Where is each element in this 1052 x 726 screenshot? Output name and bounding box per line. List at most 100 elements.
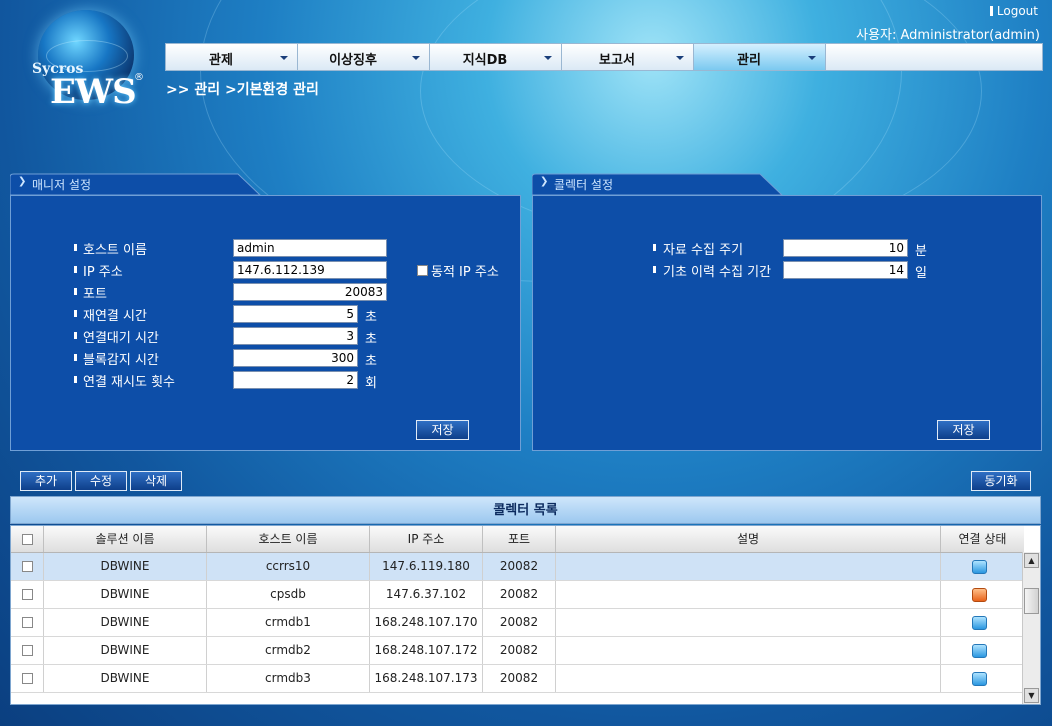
status-connected-icon: [972, 644, 987, 658]
block-input[interactable]: 300: [233, 349, 358, 367]
port-input[interactable]: 20083: [233, 283, 387, 301]
manager-settings-panel: 호스트 이름 admin IP 주소 147.6.112.139 동적 IP 주…: [10, 195, 521, 451]
history-label: 기초 이력 수집 기간: [663, 265, 772, 280]
block-label: 블록감지 시간: [83, 353, 159, 368]
table-row[interactable]: DBWINE crmdb1 168.248.107.170 20082: [11, 609, 1024, 637]
sycros-ews-logo: Sycros EWS ®: [8, 0, 160, 120]
row-checkbox[interactable]: [22, 673, 33, 684]
cell-solution: DBWINE: [44, 553, 207, 580]
row-checkbox[interactable]: [22, 617, 33, 628]
wait-input[interactable]: 3: [233, 327, 358, 345]
interval-input[interactable]: 10: [783, 239, 908, 257]
cell-description: [556, 553, 941, 580]
logo-registered-mark: ®: [134, 72, 144, 83]
add-button[interactable]: 추가: [20, 471, 72, 491]
table-row[interactable]: DBWINE ccrrs10 147.6.119.180 20082: [11, 553, 1024, 581]
status-disconnected-icon: [972, 588, 987, 602]
cell-host: cpsdb: [207, 581, 370, 608]
menu-monitoring[interactable]: 관제: [166, 44, 298, 70]
collector-save-button[interactable]: 저장: [937, 420, 990, 440]
delete-button[interactable]: 삭제: [130, 471, 182, 491]
wait-label: 연결대기 시간: [83, 331, 159, 346]
ip-label: IP 주소: [83, 265, 123, 280]
edit-button[interactable]: 수정: [75, 471, 127, 491]
table-row[interactable]: DBWINE cpsdb 147.6.37.102 20082: [11, 581, 1024, 609]
table-row[interactable]: DBWINE crmdb2 168.248.107.172 20082: [11, 637, 1024, 665]
retry-unit: 회: [365, 376, 377, 391]
logout-link[interactable]: Logout: [990, 4, 1038, 18]
row-checkbox[interactable]: [22, 589, 33, 600]
manager-save-button[interactable]: 저장: [416, 420, 469, 440]
column-header-status[interactable]: 연결 상태: [941, 526, 1024, 552]
select-all-checkbox[interactable]: [22, 534, 33, 545]
bullet-icon: [74, 288, 77, 295]
row-select-cell: [11, 581, 44, 608]
interval-row: 자료 수집 주기 10 분: [533, 239, 1041, 259]
sync-button[interactable]: 동기화: [971, 471, 1031, 491]
bullet-icon: [74, 332, 77, 339]
history-input[interactable]: 14: [783, 261, 908, 279]
user-label: 사용자: Administrator(admin): [856, 28, 1040, 43]
cell-ip: 147.6.37.102: [370, 581, 483, 608]
menu-label: 지식DB: [462, 53, 508, 68]
block-unit: 초: [365, 354, 377, 369]
bullet-icon: [653, 244, 656, 251]
retry-row: 연결 재시도 횟수 2 회: [11, 371, 521, 391]
table-row[interactable]: DBWINE crmdb3 168.248.107.173 20082: [11, 665, 1024, 693]
host-row: 호스트 이름 admin: [11, 239, 521, 259]
bullet-icon: [74, 354, 77, 361]
row-select-cell: [11, 637, 44, 664]
reconnect-input[interactable]: 5: [233, 305, 358, 323]
column-header-solution[interactable]: 솔루션 이름: [44, 526, 207, 552]
menu-label: 보고서: [599, 53, 635, 68]
tab-collector-settings: ❯ 콜렉터 설정: [532, 173, 784, 195]
dynamic-ip-checkbox[interactable]: [417, 265, 428, 276]
row-checkbox[interactable]: [22, 561, 33, 572]
chevron-down-icon: [412, 56, 420, 60]
ip-input[interactable]: 147.6.112.139: [233, 261, 387, 279]
menu-filler: [826, 44, 1042, 70]
menu-admin[interactable]: 관리: [694, 44, 826, 70]
cell-host: crmdb3: [207, 665, 370, 692]
retry-label: 연결 재시도 횟수: [83, 375, 175, 390]
cell-port: 20082: [483, 609, 556, 636]
cell-ip: 168.248.107.173: [370, 665, 483, 692]
breadcrumb: >> 관리 >기본환경 관리: [166, 82, 319, 98]
chevron-down-icon: [544, 56, 552, 60]
vertical-scrollbar[interactable]: ▲ ▼: [1022, 552, 1040, 704]
ip-row: IP 주소 147.6.112.139 동적 IP 주소: [11, 261, 521, 281]
tab-manager-settings: ❯ 매니저 설정: [10, 173, 262, 195]
port-label: 포트: [83, 287, 107, 302]
column-header-port[interactable]: 포트: [483, 526, 556, 552]
dynamic-ip-label: 동적 IP 주소: [431, 265, 499, 280]
row-select-cell: [11, 609, 44, 636]
row-select-cell: [11, 665, 44, 692]
chevron-right-icon: ❯: [18, 176, 27, 187]
bullet-icon: [74, 376, 77, 383]
chevron-down-icon: [808, 56, 816, 60]
scroll-down-icon[interactable]: ▼: [1024, 688, 1039, 703]
column-header-description[interactable]: 설명: [556, 526, 941, 552]
column-header-ip[interactable]: IP 주소: [370, 526, 483, 552]
interval-label: 자료 수집 주기: [663, 243, 744, 258]
scroll-up-icon[interactable]: ▲: [1024, 553, 1039, 568]
reconnect-row: 재연결 시간 5 초: [11, 305, 521, 325]
cell-ip: 168.248.107.170: [370, 609, 483, 636]
menu-report[interactable]: 보고서: [562, 44, 694, 70]
cell-ip: 168.248.107.172: [370, 637, 483, 664]
menu-label: 관제: [209, 53, 233, 68]
bullet-icon: [74, 244, 77, 251]
host-input[interactable]: admin: [233, 239, 387, 257]
bullet-icon: [74, 310, 77, 317]
logo-main-text: EWS: [50, 72, 137, 112]
cell-solution: DBWINE: [44, 581, 207, 608]
wait-row: 연결대기 시간 3 초: [11, 327, 521, 347]
scroll-thumb[interactable]: [1024, 588, 1039, 614]
column-header-host[interactable]: 호스트 이름: [207, 526, 370, 552]
wait-unit: 초: [365, 332, 377, 347]
menu-anomaly[interactable]: 이상징후: [298, 44, 430, 70]
collector-settings-panel: 자료 수집 주기 10 분 기초 이력 수집 기간 14 일 저장: [532, 195, 1042, 451]
retry-input[interactable]: 2: [233, 371, 358, 389]
row-checkbox[interactable]: [22, 645, 33, 656]
menu-knowledge-db[interactable]: 지식DB: [430, 44, 562, 70]
